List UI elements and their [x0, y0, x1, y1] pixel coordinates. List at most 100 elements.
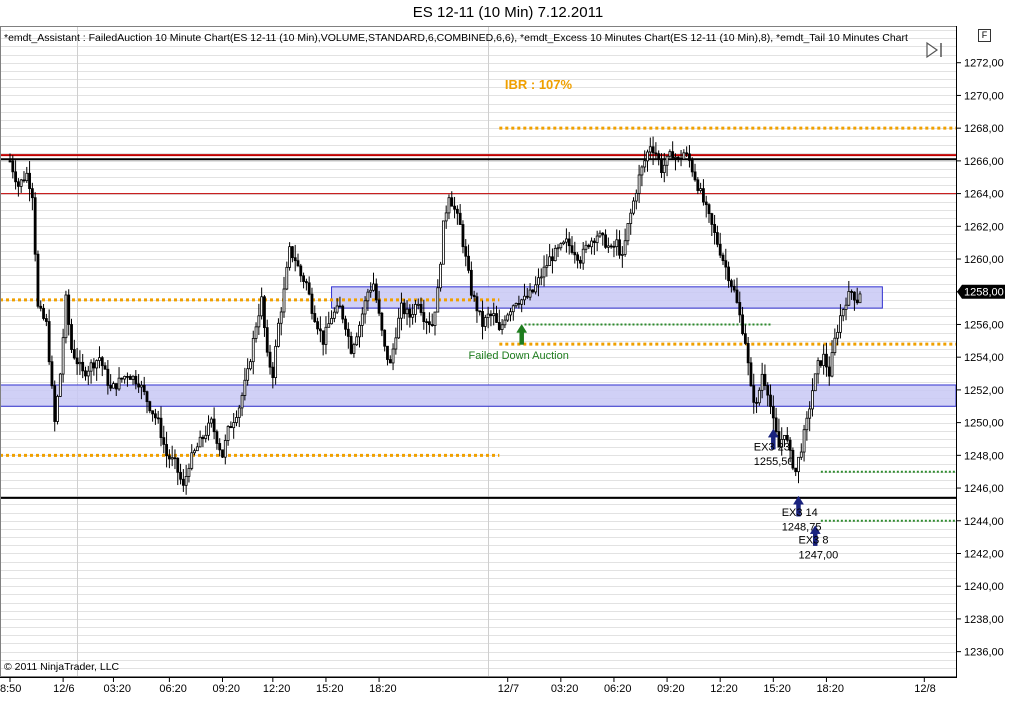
candle-body: [33, 197, 37, 255]
candle-body: [67, 294, 71, 325]
candle-body: [732, 285, 736, 291]
candle-body: [556, 247, 560, 250]
candle-body: [346, 328, 350, 337]
candle-body: [858, 293, 862, 304]
candle-body: [109, 385, 113, 389]
x-tick-label: 12:20: [710, 683, 738, 695]
candle-body: [660, 159, 663, 173]
x-tick-label: 12:20: [263, 683, 291, 695]
candle-body: [741, 314, 744, 335]
candle-body: [181, 478, 185, 486]
candle-body: [341, 305, 345, 320]
candle-body: [316, 321, 319, 330]
candle-body: [100, 357, 104, 367]
y-tick-label: 1246,00: [964, 483, 1004, 495]
candle-body: [95, 360, 99, 369]
candle-body: [724, 260, 728, 268]
candle-body: [844, 304, 848, 310]
candle-body: [850, 291, 854, 293]
price-chart[interactable]: IBR : 107% Failed Down Auction EX3 23 1255,…: [0, 26, 1016, 720]
candle-body: [746, 343, 750, 364]
candle-body: [565, 238, 568, 243]
candle-body: [207, 422, 210, 436]
candle-body: [654, 152, 658, 155]
candle-body: [344, 318, 347, 330]
candle-body: [193, 450, 196, 454]
candle-body: [416, 303, 420, 306]
ex3-14-price: 1248,75: [782, 522, 822, 534]
candle-body: [137, 383, 141, 388]
candle-body: [509, 311, 512, 316]
candle-body: [195, 446, 199, 452]
candle-body: [324, 326, 328, 345]
candle-body: [492, 313, 496, 317]
candle-body: [112, 383, 115, 389]
ex3-23-label: EX3 23: [754, 441, 790, 453]
candle-body: [184, 475, 188, 486]
candle-body: [727, 266, 730, 282]
candle-body: [140, 384, 143, 388]
candle-body: [696, 179, 700, 191]
candle-body: [704, 201, 708, 206]
candle-body: [752, 385, 756, 403]
candle-body: [64, 294, 68, 339]
candle-body: [721, 254, 725, 262]
candle-body: [629, 212, 633, 224]
y-tick-label: 1248,00: [964, 450, 1004, 462]
candle-body: [805, 417, 809, 431]
x-tick-label: 06:20: [604, 683, 632, 695]
candle-body: [839, 315, 842, 333]
candle-body: [643, 160, 647, 168]
candle-body: [293, 257, 297, 262]
candle-body: [134, 375, 138, 385]
candle-body: [352, 344, 356, 354]
candle-body: [587, 244, 591, 248]
candle-body: [763, 373, 767, 387]
candle-body: [433, 311, 437, 326]
candle-body: [738, 302, 742, 316]
candle-body: [274, 345, 278, 378]
candle-body: [383, 329, 387, 347]
candle-body: [106, 368, 110, 386]
candle-body: [237, 407, 241, 418]
candle-body: [825, 353, 828, 368]
candle-body: [467, 255, 470, 271]
candle-body: [47, 321, 51, 363]
candle-body: [797, 456, 800, 472]
candle-body: [411, 313, 415, 318]
candle-body: [56, 396, 59, 422]
candle-body: [523, 295, 526, 301]
candle-body: [707, 204, 711, 215]
x-tick-label: 12/8: [914, 683, 935, 695]
candle-body: [221, 449, 224, 458]
candle-body: [514, 303, 518, 307]
candle-body: [251, 338, 255, 363]
candle-body: [388, 359, 392, 364]
candle-body: [198, 436, 202, 448]
candle-body: [425, 321, 429, 324]
candle-body: [537, 277, 540, 286]
candle-body: [439, 263, 442, 289]
candle-body: [299, 265, 303, 277]
candle-body: [151, 410, 154, 415]
candle-body: [363, 300, 367, 315]
candle-body: [584, 244, 588, 250]
chart-frame[interactable]: IBR : 107% Failed Down Auction EX3 23 1255,…: [0, 26, 1016, 720]
y-tick-label: 1236,00: [964, 647, 1004, 659]
candle-body: [277, 322, 280, 347]
candle-body: [757, 389, 761, 404]
candle-body: [201, 436, 205, 439]
candle-body: [799, 451, 803, 458]
candle-body: [428, 321, 431, 325]
candle-body: [349, 335, 353, 354]
x-tick-label: 8:50: [0, 683, 21, 695]
x-tick-label: 09:20: [213, 683, 241, 695]
candle-body: [321, 330, 325, 345]
chart-flag-badge[interactable]: F: [978, 29, 991, 42]
candle-body: [816, 360, 820, 375]
candle-body: [271, 366, 275, 378]
candle-body: [405, 308, 409, 315]
candle-body: [841, 309, 845, 317]
candle-body: [545, 265, 549, 268]
candle-body: [539, 276, 543, 279]
